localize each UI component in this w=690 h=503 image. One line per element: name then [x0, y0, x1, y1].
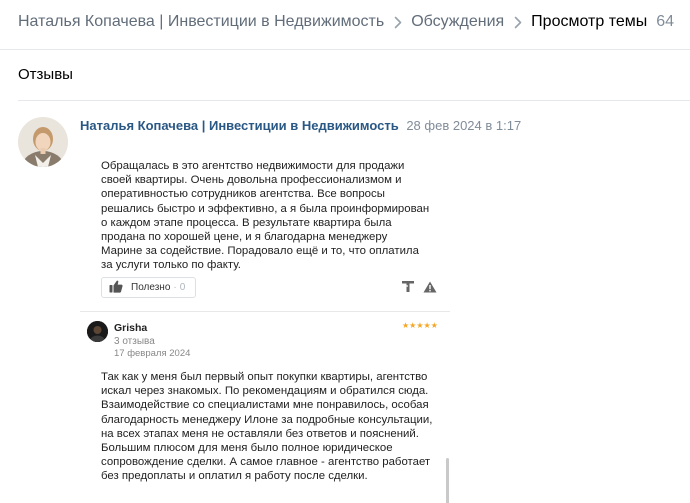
post-date[interactable]: 28 фев 2024 в 1:17: [406, 118, 521, 133]
thumbs-up-icon: [109, 280, 123, 296]
breadcrumb-group-link[interactable]: Наталья Копачева | Инвестиции в Недвижим…: [18, 13, 384, 31]
translate-icon[interactable]: [400, 279, 416, 298]
topic-title: Отзывы: [18, 66, 73, 83]
useful-count: 0: [179, 282, 186, 293]
useful-label: Полезно: [131, 282, 171, 293]
chevron-right-icon: [514, 16, 522, 29]
review-screenshot[interactable]: Обращалась в это агентство недвижимости …: [80, 140, 450, 503]
review-text-1: Обращалась в это агентство недвижимости …: [101, 160, 430, 272]
reviewer-avatar: [87, 321, 108, 342]
useful-button[interactable]: Полезно · 0: [101, 277, 196, 298]
post-header: Наталья Копачева | Инвестиции в Недвижим…: [80, 118, 521, 133]
post-author-link[interactable]: Наталья Копачева | Инвестиции в Недвижим…: [80, 118, 399, 133]
reviewer-date: 17 февраля 2024: [114, 348, 191, 359]
rating-stars: ★★★★★: [402, 321, 438, 330]
scrollbar-thumb[interactable]: [446, 458, 449, 503]
breadcrumb-current: Просмотр темы: [531, 13, 648, 30]
reviewer-name: Grisha: [114, 322, 148, 334]
chevron-right-icon: [394, 16, 402, 29]
useful-separator: ·: [173, 282, 177, 293]
warning-icon[interactable]: [423, 280, 437, 298]
reviewer-review-count: 3 отзыва: [114, 336, 155, 347]
review-text-2: Так как у меня был первый опыт покупки к…: [101, 371, 433, 483]
topic-divider: [18, 100, 690, 101]
review-divider: [80, 311, 450, 312]
topic-count: 64: [656, 13, 675, 30]
breadcrumb: Наталья Копачева | Инвестиции в Недвижим…: [18, 12, 674, 32]
header-divider: [0, 49, 690, 50]
breadcrumb-discussions-link[interactable]: Обсуждения: [411, 13, 504, 31]
avatar[interactable]: [18, 117, 68, 167]
